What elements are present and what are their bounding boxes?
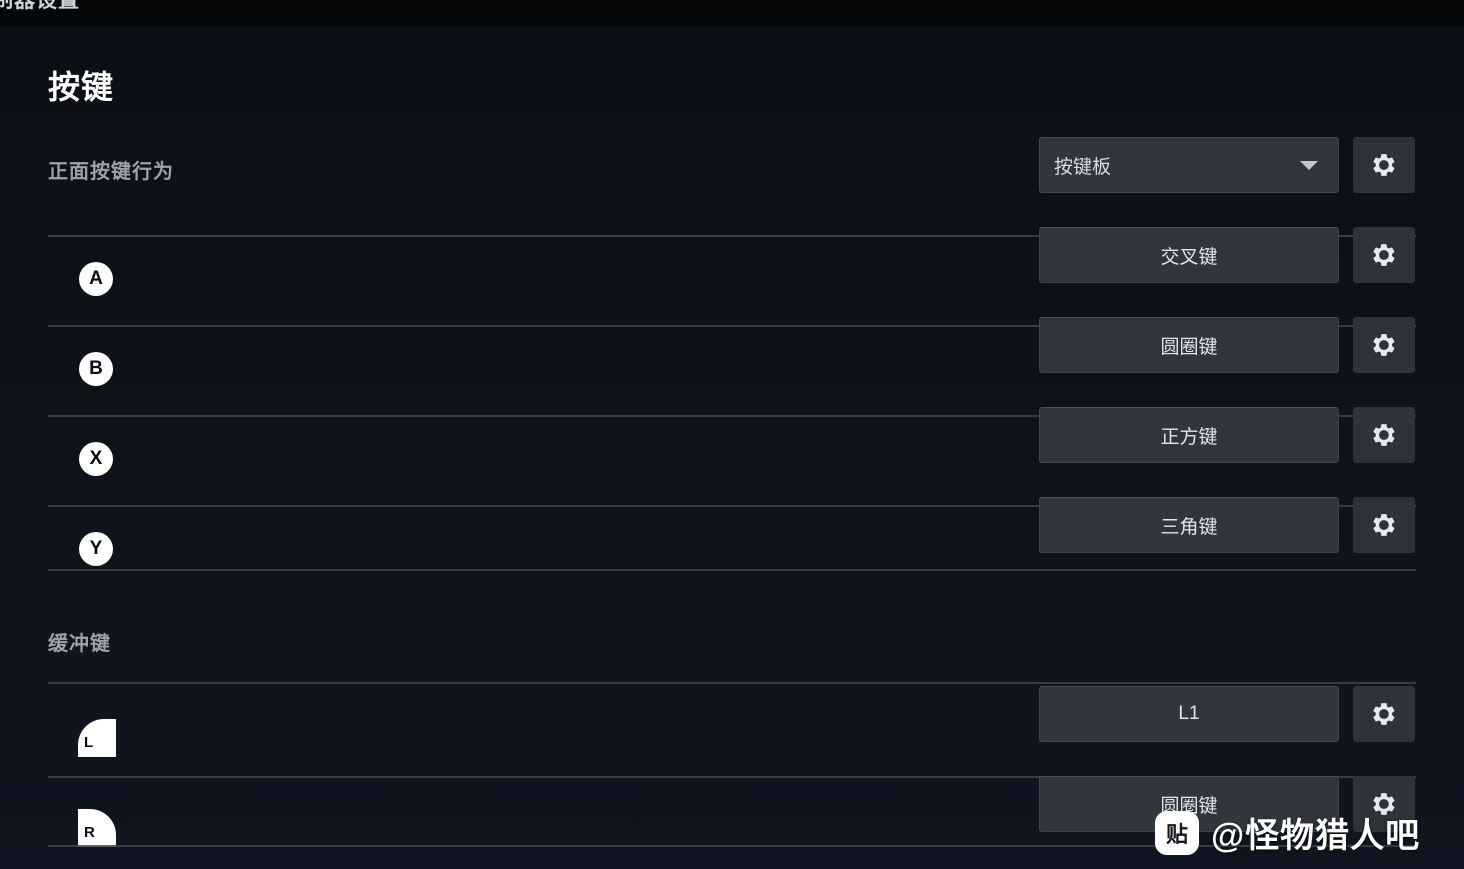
button-layout-settings-button[interactable] — [1353, 137, 1415, 193]
binding-settings-button-x[interactable] — [1353, 407, 1415, 463]
chevron-down-icon — [1300, 160, 1318, 170]
binding-settings-button-b[interactable] — [1353, 317, 1415, 373]
face-button-glyph-y: Y — [79, 532, 113, 566]
gear-icon — [1373, 514, 1395, 536]
gear-icon — [1373, 424, 1395, 446]
divider — [48, 569, 1416, 571]
binding-button-b[interactable]: 圆圈键 — [1039, 317, 1339, 373]
binding-settings-button-y[interactable] — [1353, 497, 1415, 553]
face-button-glyph-x: X — [79, 442, 113, 476]
gear-icon — [1373, 334, 1395, 356]
divider — [48, 682, 1416, 684]
face-button-glyph-a: A — [79, 262, 113, 296]
binding-settings-button-l[interactable] — [1353, 686, 1415, 742]
window-header-bar: 制器设置 — [0, 0, 1464, 27]
button-layout-dropdown[interactable]: 按键板 — [1039, 137, 1339, 193]
gear-icon — [1373, 244, 1395, 266]
binding-button-y[interactable]: 三角键 — [1039, 497, 1339, 553]
watermark: 贴 @怪物猎人吧 — [1155, 808, 1420, 857]
window-header-title: 制器设置 — [0, 0, 80, 12]
gear-icon — [1373, 154, 1395, 176]
settings-page: 按键 正面按键行为 按键板 A 交叉键 B 圆圈键 X 正方键 Y 三角键 缓冲… — [0, 27, 1464, 869]
section-label-bumpers: 缓冲键 — [48, 633, 111, 655]
binding-button-l[interactable]: L1 — [1039, 686, 1339, 742]
bumper-glyph-r: R — [78, 809, 116, 847]
tieba-badge-icon: 贴 — [1155, 810, 1199, 855]
binding-button-a[interactable]: 交叉键 — [1039, 227, 1339, 283]
controller-settings-screen: 制器设置 按键 正面按键行为 按键板 A 交叉键 B 圆圈键 X 正方键 Y 三… — [0, 0, 1464, 869]
page-title: 按键 — [48, 69, 115, 105]
binding-settings-button-a[interactable] — [1353, 227, 1415, 283]
button-layout-dropdown-value: 按键板 — [1054, 156, 1112, 178]
section-label-front-buttons: 正面按键行为 — [48, 161, 174, 183]
watermark-text: @怪物猎人吧 — [1211, 817, 1421, 855]
bumper-glyph-l: L — [78, 719, 116, 757]
binding-button-x[interactable]: 正方键 — [1039, 407, 1339, 463]
gear-icon — [1373, 703, 1395, 725]
face-button-glyph-b: B — [79, 352, 113, 386]
